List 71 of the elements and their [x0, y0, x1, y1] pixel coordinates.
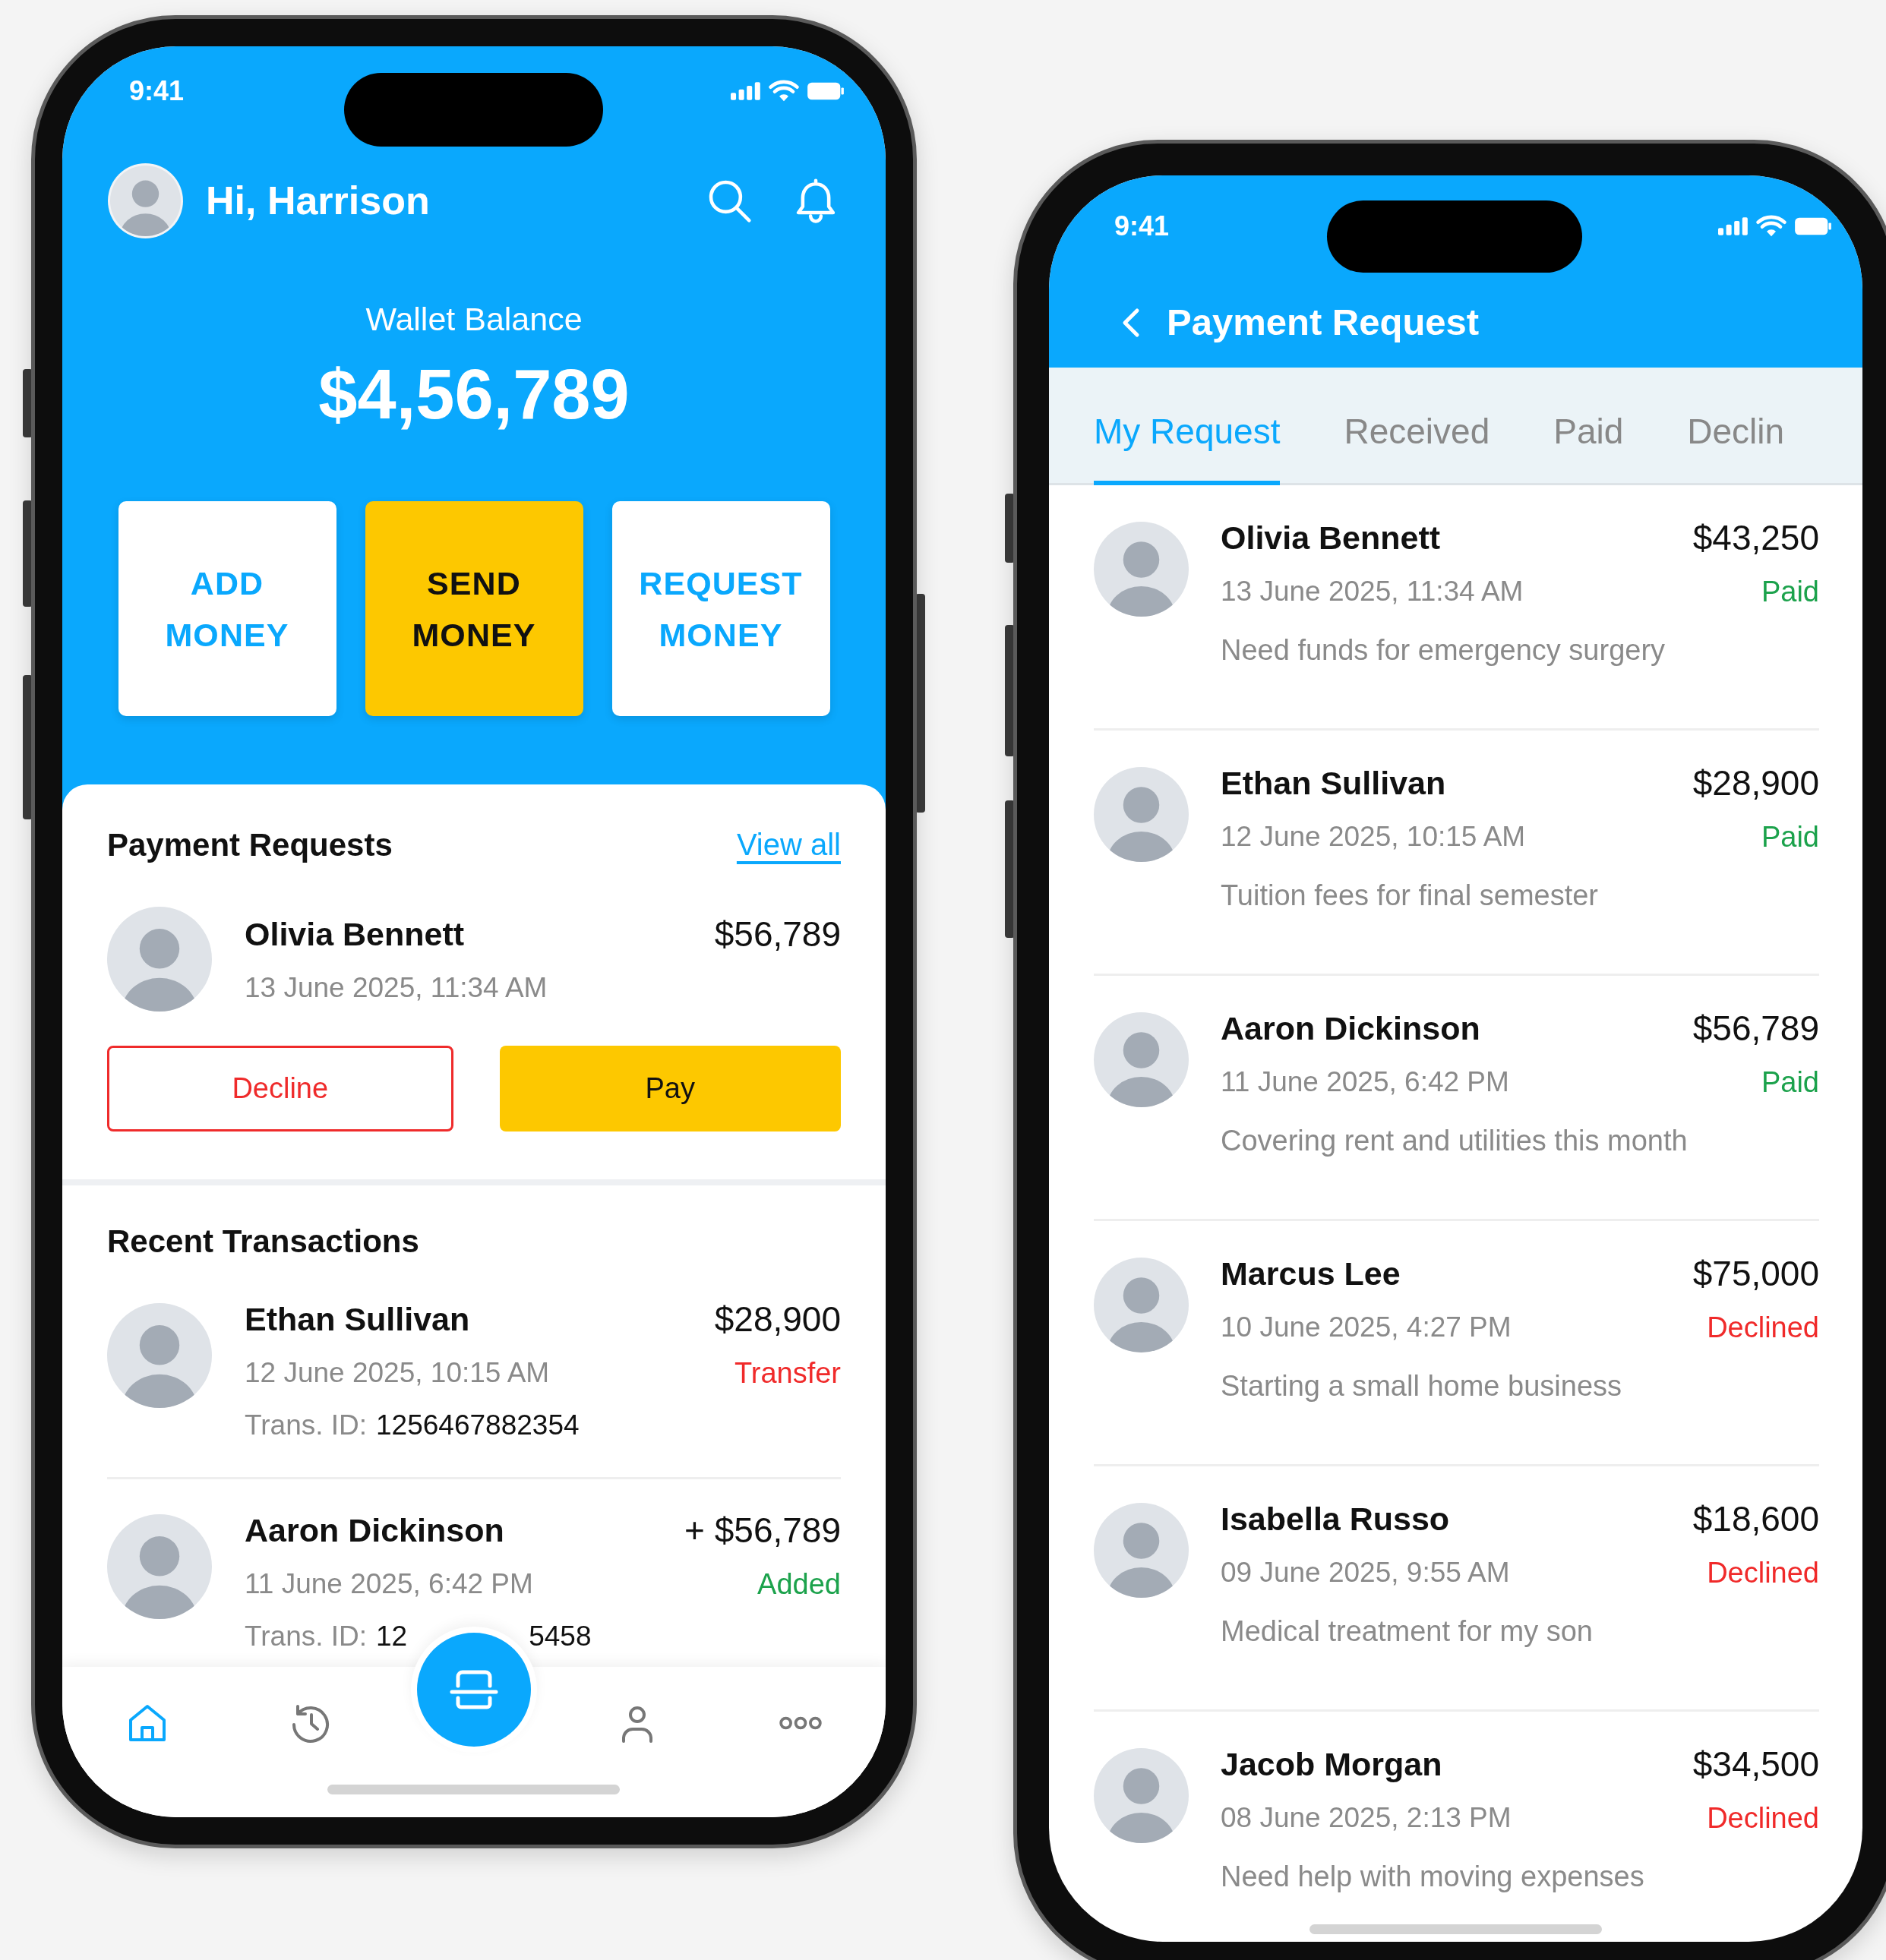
transaction-date: 11 June 2025, 6:42 PM	[245, 1567, 533, 1602]
request-date: 09 June 2025, 9:55 AM	[1221, 1556, 1510, 1590]
action-button[interactable]: SEND MONEY	[365, 501, 583, 716]
request-status: Declined	[1707, 1555, 1819, 1590]
tab[interactable]: Paid	[1553, 368, 1624, 485]
tab[interactable]: Declin	[1687, 368, 1785, 485]
pay-button[interactable]: Pay	[499, 1046, 841, 1131]
wifi-icon	[769, 80, 799, 103]
request-status: Paid	[1761, 819, 1819, 854]
request-status: Paid	[1761, 574, 1819, 609]
wifi-icon	[1756, 215, 1786, 238]
request-note: Medical treatment for my son	[1221, 1614, 1593, 1649]
request-date: 08 June 2025, 2:13 PM	[1221, 1801, 1512, 1835]
request-amount: $28,900	[1692, 762, 1819, 804]
requester-name: Aaron Dickinson	[1221, 1008, 1480, 1048]
request-note: Need funds for emergency surgery	[1221, 633, 1666, 668]
tab[interactable]: Received	[1344, 368, 1490, 485]
requester-name: Olivia Bennett	[245, 914, 465, 954]
transaction-name: Aaron Dickinson	[245, 1510, 504, 1550]
tab[interactable]: My Request	[1094, 368, 1281, 485]
transaction-id: 5458	[529, 1620, 592, 1654]
transaction-date: 12 June 2025, 10:15 AM	[245, 1356, 550, 1390]
greeting: Hi, Harrison	[206, 178, 430, 224]
request-amount: $34,500	[1692, 1743, 1819, 1785]
view-all-link[interactable]: View all	[736, 822, 841, 867]
request-date: 11 June 2025, 6:42 PM	[1221, 1065, 1509, 1100]
transaction-id-label: Trans. ID:	[245, 1620, 368, 1654]
request-amount: $56,789	[1692, 1007, 1819, 1049]
signal-icon	[731, 81, 761, 101]
request-date: 13 June 2025, 11:34 AM	[1221, 575, 1524, 609]
request-note: Need help with moving expenses	[1221, 1859, 1644, 1894]
transaction-amount: + $56,789	[684, 1509, 841, 1551]
transaction-status: Added	[757, 1567, 841, 1602]
request-note: Starting a small home business	[1221, 1368, 1622, 1403]
requester-name: Isabella Russo	[1221, 1499, 1450, 1539]
request-amount: $56,789	[714, 913, 841, 955]
transaction-id: 1256467882354	[376, 1409, 580, 1443]
screen-title: Payment Request	[1167, 300, 1480, 344]
signal-icon	[1718, 216, 1749, 236]
action-button[interactable]: REQUEST MONEY	[611, 501, 830, 716]
request-note: Tuition fees for final semester	[1221, 878, 1599, 913]
status-time: 9:41	[1114, 210, 1170, 243]
transaction-status: Transfer	[734, 1356, 841, 1390]
request-status: Paid	[1761, 1065, 1819, 1100]
requester-name: Jacob Morgan	[1221, 1744, 1442, 1784]
request-amount: $18,600	[1692, 1498, 1819, 1540]
transaction-amount: $28,900	[714, 1298, 841, 1340]
requester-name: Olivia Bennett	[1221, 518, 1441, 557]
more-icon	[779, 1715, 823, 1731]
action-button[interactable]: ADD MONEY	[118, 501, 336, 716]
status-time: 9:41	[129, 74, 185, 108]
request-amount: $75,000	[1692, 1252, 1819, 1295]
transaction-name: Ethan Sullivan	[245, 1299, 470, 1339]
request-amount: $43,250	[1692, 516, 1819, 559]
requester-name: Marcus Lee	[1221, 1254, 1401, 1293]
battery-icon	[1794, 216, 1832, 236]
request-status: Declined	[1707, 1801, 1819, 1835]
wallet-balance: $4,56,789	[317, 355, 630, 434]
request-note: Covering rent and utilities this month	[1221, 1123, 1688, 1158]
wallet-label: Wallet Balance	[365, 300, 583, 339]
transaction-id-label: Trans. ID:	[245, 1409, 368, 1443]
transaction-id: 12	[376, 1620, 408, 1654]
request-status: Declined	[1707, 1310, 1819, 1345]
decline-button[interactable]: Decline	[107, 1046, 453, 1131]
request-date: 13 June 2025, 11:34 AM	[245, 971, 548, 1005]
section-title: Recent Transactions	[107, 1222, 420, 1261]
requester-name: Ethan Sullivan	[1221, 763, 1446, 803]
section-title: Payment Requests	[107, 825, 393, 864]
request-date: 12 June 2025, 10:15 AM	[1221, 820, 1526, 854]
request-date: 10 June 2025, 4:27 PM	[1221, 1311, 1512, 1345]
battery-icon	[807, 81, 845, 101]
